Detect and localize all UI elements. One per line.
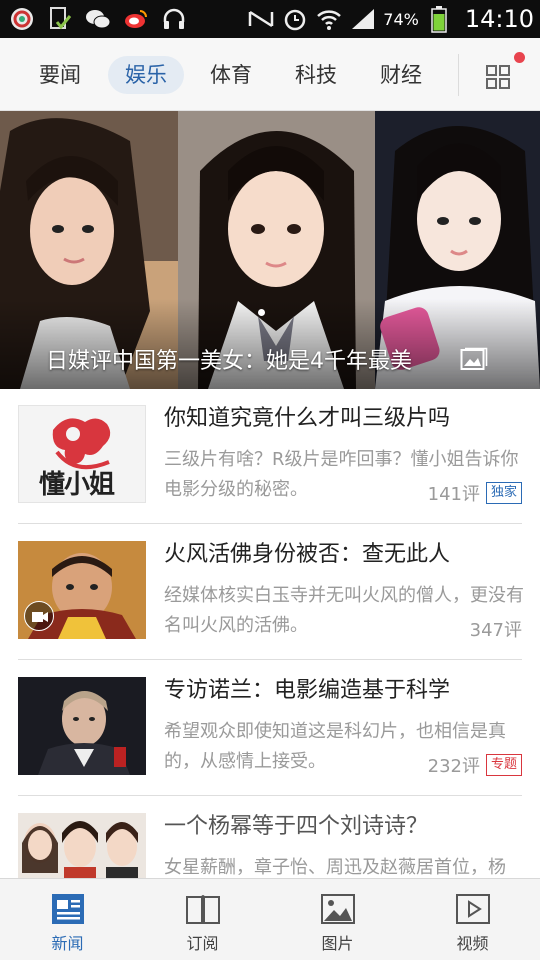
play-icon: [455, 893, 491, 925]
weibo-icon: [122, 5, 150, 33]
hero-banner[interactable]: 日媒评中国第一美女：她是4千年最美: [0, 111, 540, 389]
nav-label: 订阅: [186, 934, 219, 953]
nav-label: 新闻: [51, 934, 84, 953]
gallery-icon: [460, 347, 488, 371]
news-title[interactable]: 专访诺兰：电影编造基于科学: [164, 677, 450, 705]
book-icon: [185, 893, 221, 925]
news-icon: [50, 893, 86, 925]
wechat-icon: [84, 5, 112, 33]
comment-count: 347评: [469, 620, 522, 641]
list-divider: [18, 523, 522, 524]
download-check-icon: [46, 5, 74, 33]
list-item[interactable]: 懂小姐 你知道究竟什么才叫三级片吗 三级片有啥？R级片是咋回事？懂小姐告诉你电影…: [18, 405, 522, 505]
tab-divider: [458, 54, 459, 96]
signal-icon: [349, 5, 377, 33]
tab-entertainment[interactable]: 娱乐: [108, 56, 184, 94]
nav-videos[interactable]: 视频: [405, 879, 540, 960]
notification-dot: [514, 52, 525, 63]
news-meta: 347评: [470, 616, 522, 642]
browser-icon: [8, 5, 36, 33]
clock: 14:10: [464, 5, 534, 33]
list-divider: [18, 795, 522, 796]
news-meta: 141评 独家: [428, 480, 522, 506]
tab-sports[interactable]: 体育: [197, 56, 265, 94]
picture-icon: [320, 893, 356, 925]
hero-title[interactable]: 日媒评中国第一美女：她是4千年最美: [46, 343, 412, 375]
nav-subscribe[interactable]: 订阅: [135, 879, 270, 960]
tab-news[interactable]: 要闻: [26, 56, 94, 94]
tab-finance[interactable]: 财经: [367, 56, 435, 94]
nfc-icon: [247, 5, 275, 33]
news-thumbnail: [18, 677, 146, 775]
carousel-indicator: [258, 309, 265, 316]
nav-label: 视频: [456, 934, 489, 953]
grid-icon[interactable]: [478, 62, 518, 92]
nav-pictures[interactable]: 图片: [270, 879, 405, 960]
battery-percent: 74%: [383, 9, 419, 29]
comment-count: 232评: [427, 756, 480, 777]
news-meta: 232评 专题: [428, 752, 522, 778]
news-thumbnail: [18, 541, 146, 639]
list-divider: [18, 659, 522, 660]
category-tabs: 要闻 娱乐 体育 科技 财经: [0, 38, 540, 111]
comment-count: 141评: [427, 484, 480, 505]
bottom-navigation: 新闻 订阅 图片 视频: [0, 878, 540, 960]
news-summary: 女星薪酬，章子怡、周迅及赵薇居首位，杨: [164, 857, 506, 878]
thumbnail-logo-text: 懂小姐: [39, 470, 115, 500]
wifi-icon: [315, 5, 343, 33]
video-icon: [24, 601, 54, 631]
tab-tech[interactable]: 科技: [282, 56, 350, 94]
headphones-icon: [160, 5, 188, 33]
alarm-icon: [281, 5, 309, 33]
nav-news[interactable]: 新闻: [0, 879, 135, 960]
news-title[interactable]: 你知道究竟什么才叫三级片吗: [164, 405, 450, 433]
news-thumbnail: 懂小姐: [18, 405, 146, 503]
topic-badge: 专题: [485, 754, 522, 776]
battery-icon: [425, 5, 453, 33]
news-title[interactable]: 火风活佛身份被否：查无此人: [164, 541, 450, 569]
news-thumbnail: [18, 813, 146, 878]
exclusive-badge: 独家: [485, 482, 522, 504]
list-item[interactable]: 专访诺兰：电影编造基于科学 希望观众即使知道这是科幻片，也相信是真的，从感情上接…: [18, 677, 522, 777]
nav-label: 图片: [321, 934, 354, 953]
list-item[interactable]: 火风活佛身份被否：查无此人 经媒体核实白玉寺并无叫火风的僧人，更没有名叫火风的活…: [18, 541, 524, 642]
news-title[interactable]: 一个杨幂等于四个刘诗诗？: [164, 813, 428, 841]
status-bar: 74% 14:10: [0, 0, 540, 38]
list-item[interactable]: 一个杨幂等于四个刘诗诗？ 女星薪酬，章子怡、周迅及赵薇居首位，杨: [18, 813, 522, 878]
